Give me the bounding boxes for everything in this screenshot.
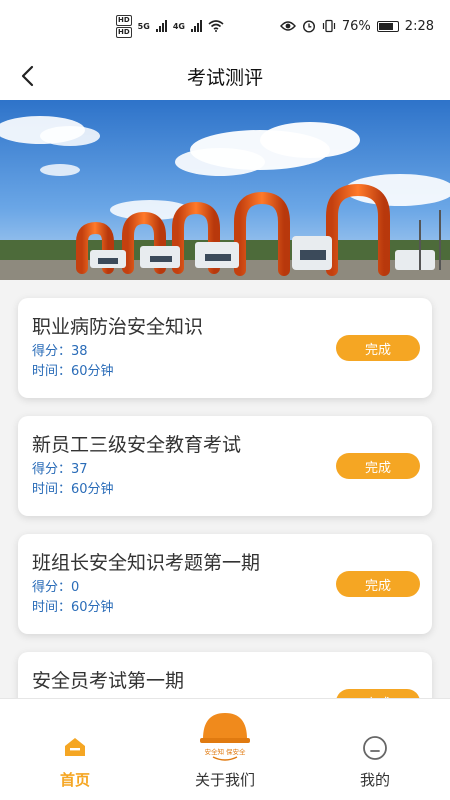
banner-image [0,100,450,280]
network-4g-label: 4G [172,21,185,31]
exam-duration: 时间：60分钟 [32,482,114,497]
completed-button[interactable]: 完成 [336,453,420,479]
nav-label-home: 首页 [59,771,90,789]
nav-label-mine: 我的 [359,771,390,789]
completed-button[interactable]: 完成 [336,571,420,597]
bottom-nav: 首页 安全知 保安全 关于我们 我的 [0,698,450,800]
exam-list: 职业病防治安全知识 得分：38 时间：60分钟 完成 新员工三级安全教育考试 得… [0,280,450,698]
exam-card[interactable]: 班组长安全知识考题第一期 得分：0 时间：60分钟 完成 [18,534,432,634]
back-arrow-icon [21,65,34,87]
alarm-icon [302,20,315,33]
industrial-pipeline-photo [0,100,450,280]
battery-percent: 76% [341,18,371,34]
hd-badge: HD [116,14,132,26]
nav-tab-about[interactable]: 安全知 保安全 关于我们 [150,699,300,800]
exam-duration: 时间：60分钟 [32,600,114,615]
exam-card[interactable]: 新员工三级安全教育考试 得分：37 时间：60分钟 完成 [18,416,432,516]
network-indicators: HD HD 5G 4G [116,14,224,38]
nav-header: 考试测评 [0,52,450,100]
logo-slogan: 安全知 保安全 [204,747,246,756]
hd-badge: HD [116,26,132,38]
user-face-icon [363,736,387,760]
wifi-icon [208,20,224,32]
home-icon [65,738,85,756]
exam-card[interactable]: 职业病防治安全知识 得分：38 时间：60分钟 完成 [18,298,432,398]
nav-tab-mine[interactable]: 我的 [300,699,450,800]
clock: 2:28 [404,18,434,34]
back-button[interactable] [14,62,42,90]
eye-icon [279,21,296,31]
helmet-logo: 安全知 保安全 [197,707,253,763]
completed-button[interactable]: 完成 [336,335,420,361]
exam-duration: 时间：60分钟 [32,364,114,379]
exam-card[interactable]: 安全员考试第一期 完成 [18,652,432,698]
signal-icon [190,20,202,32]
nav-tab-home[interactable]: 首页 [0,699,150,800]
page-title: 考试测评 [186,66,263,89]
vibrate-icon [322,19,335,33]
signal-icon [155,20,167,32]
completed-button[interactable]: 完成 [336,689,420,698]
nav-label-about: 关于我们 [194,771,255,789]
status-bar: HD HD 5G 4G 76% 2:28 [0,0,450,52]
network-5g-label: 5G [137,21,150,31]
battery-icon [376,20,399,32]
